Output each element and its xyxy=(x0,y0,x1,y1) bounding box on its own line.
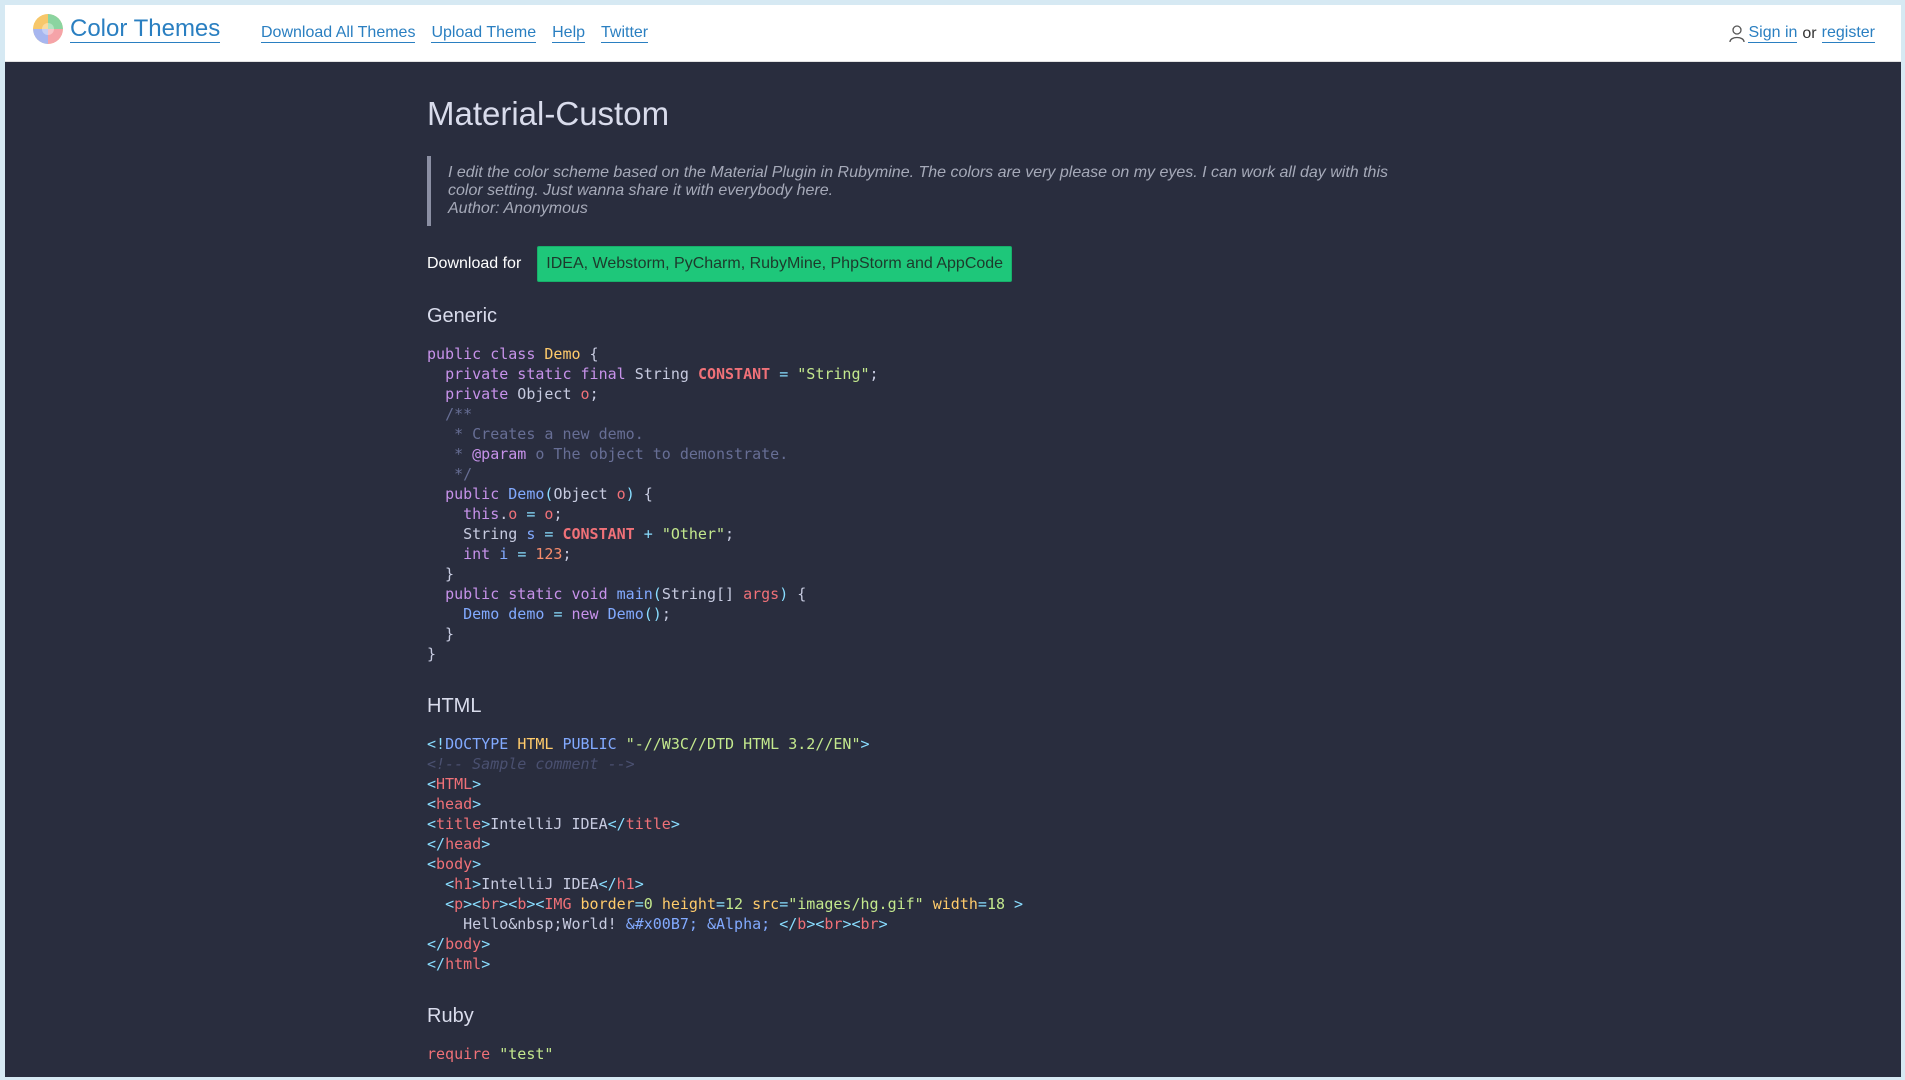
theme-title: Material-Custom xyxy=(427,95,670,132)
theme-description: I edit the color scheme based on the Mat… xyxy=(427,156,1427,226)
download-row: Download for IDEA, Webstorm, PyCharm, Ru… xyxy=(427,246,1467,282)
nav-twitter[interactable]: Twitter xyxy=(601,24,649,43)
brand-link[interactable]: Color Themes xyxy=(33,14,221,44)
download-label: Download for xyxy=(427,255,522,272)
user-icon xyxy=(1729,24,1746,42)
author-text: Author: Anonymous xyxy=(448,200,588,217)
main-nav: Download All Themes Upload Theme Help Tw… xyxy=(261,24,649,43)
register-link[interactable]: register xyxy=(1821,24,1875,43)
generic-code-preview: public class Demo { private static final… xyxy=(427,345,879,663)
nav-download-all-themes[interactable]: Download All Themes xyxy=(261,24,416,43)
html-code-preview: <!DOCTYPE HTML PUBLIC "-//W3C//DTD HTML … xyxy=(427,735,1024,973)
or-text: or xyxy=(1802,24,1817,42)
ruby-code-preview: require "test" xyxy=(427,1045,554,1063)
theme-content: Material-Custom I edit the color scheme … xyxy=(427,62,1467,1064)
download-button[interactable]: IDEA, Webstorm, PyCharm, RubyMine, PhpSt… xyxy=(537,246,1013,282)
page: Color Themes Download All Themes Upload … xyxy=(5,5,1901,1077)
section-html-title: HTML xyxy=(427,695,482,717)
sign-in-link[interactable]: Sign in xyxy=(1748,24,1798,43)
section-ruby-title: Ruby xyxy=(427,1005,474,1027)
color-wheel-logo-icon xyxy=(33,14,63,44)
brand-name: Color Themes xyxy=(70,14,221,43)
auth-links: Sign in or register xyxy=(1729,24,1875,43)
nav-upload-theme[interactable]: Upload Theme xyxy=(431,24,537,43)
nav-help[interactable]: Help xyxy=(552,24,586,43)
section-generic-title: Generic xyxy=(427,305,498,327)
top-navbar: Color Themes Download All Themes Upload … xyxy=(5,5,1901,62)
description-text: I edit the color scheme based on the Mat… xyxy=(448,164,1389,199)
